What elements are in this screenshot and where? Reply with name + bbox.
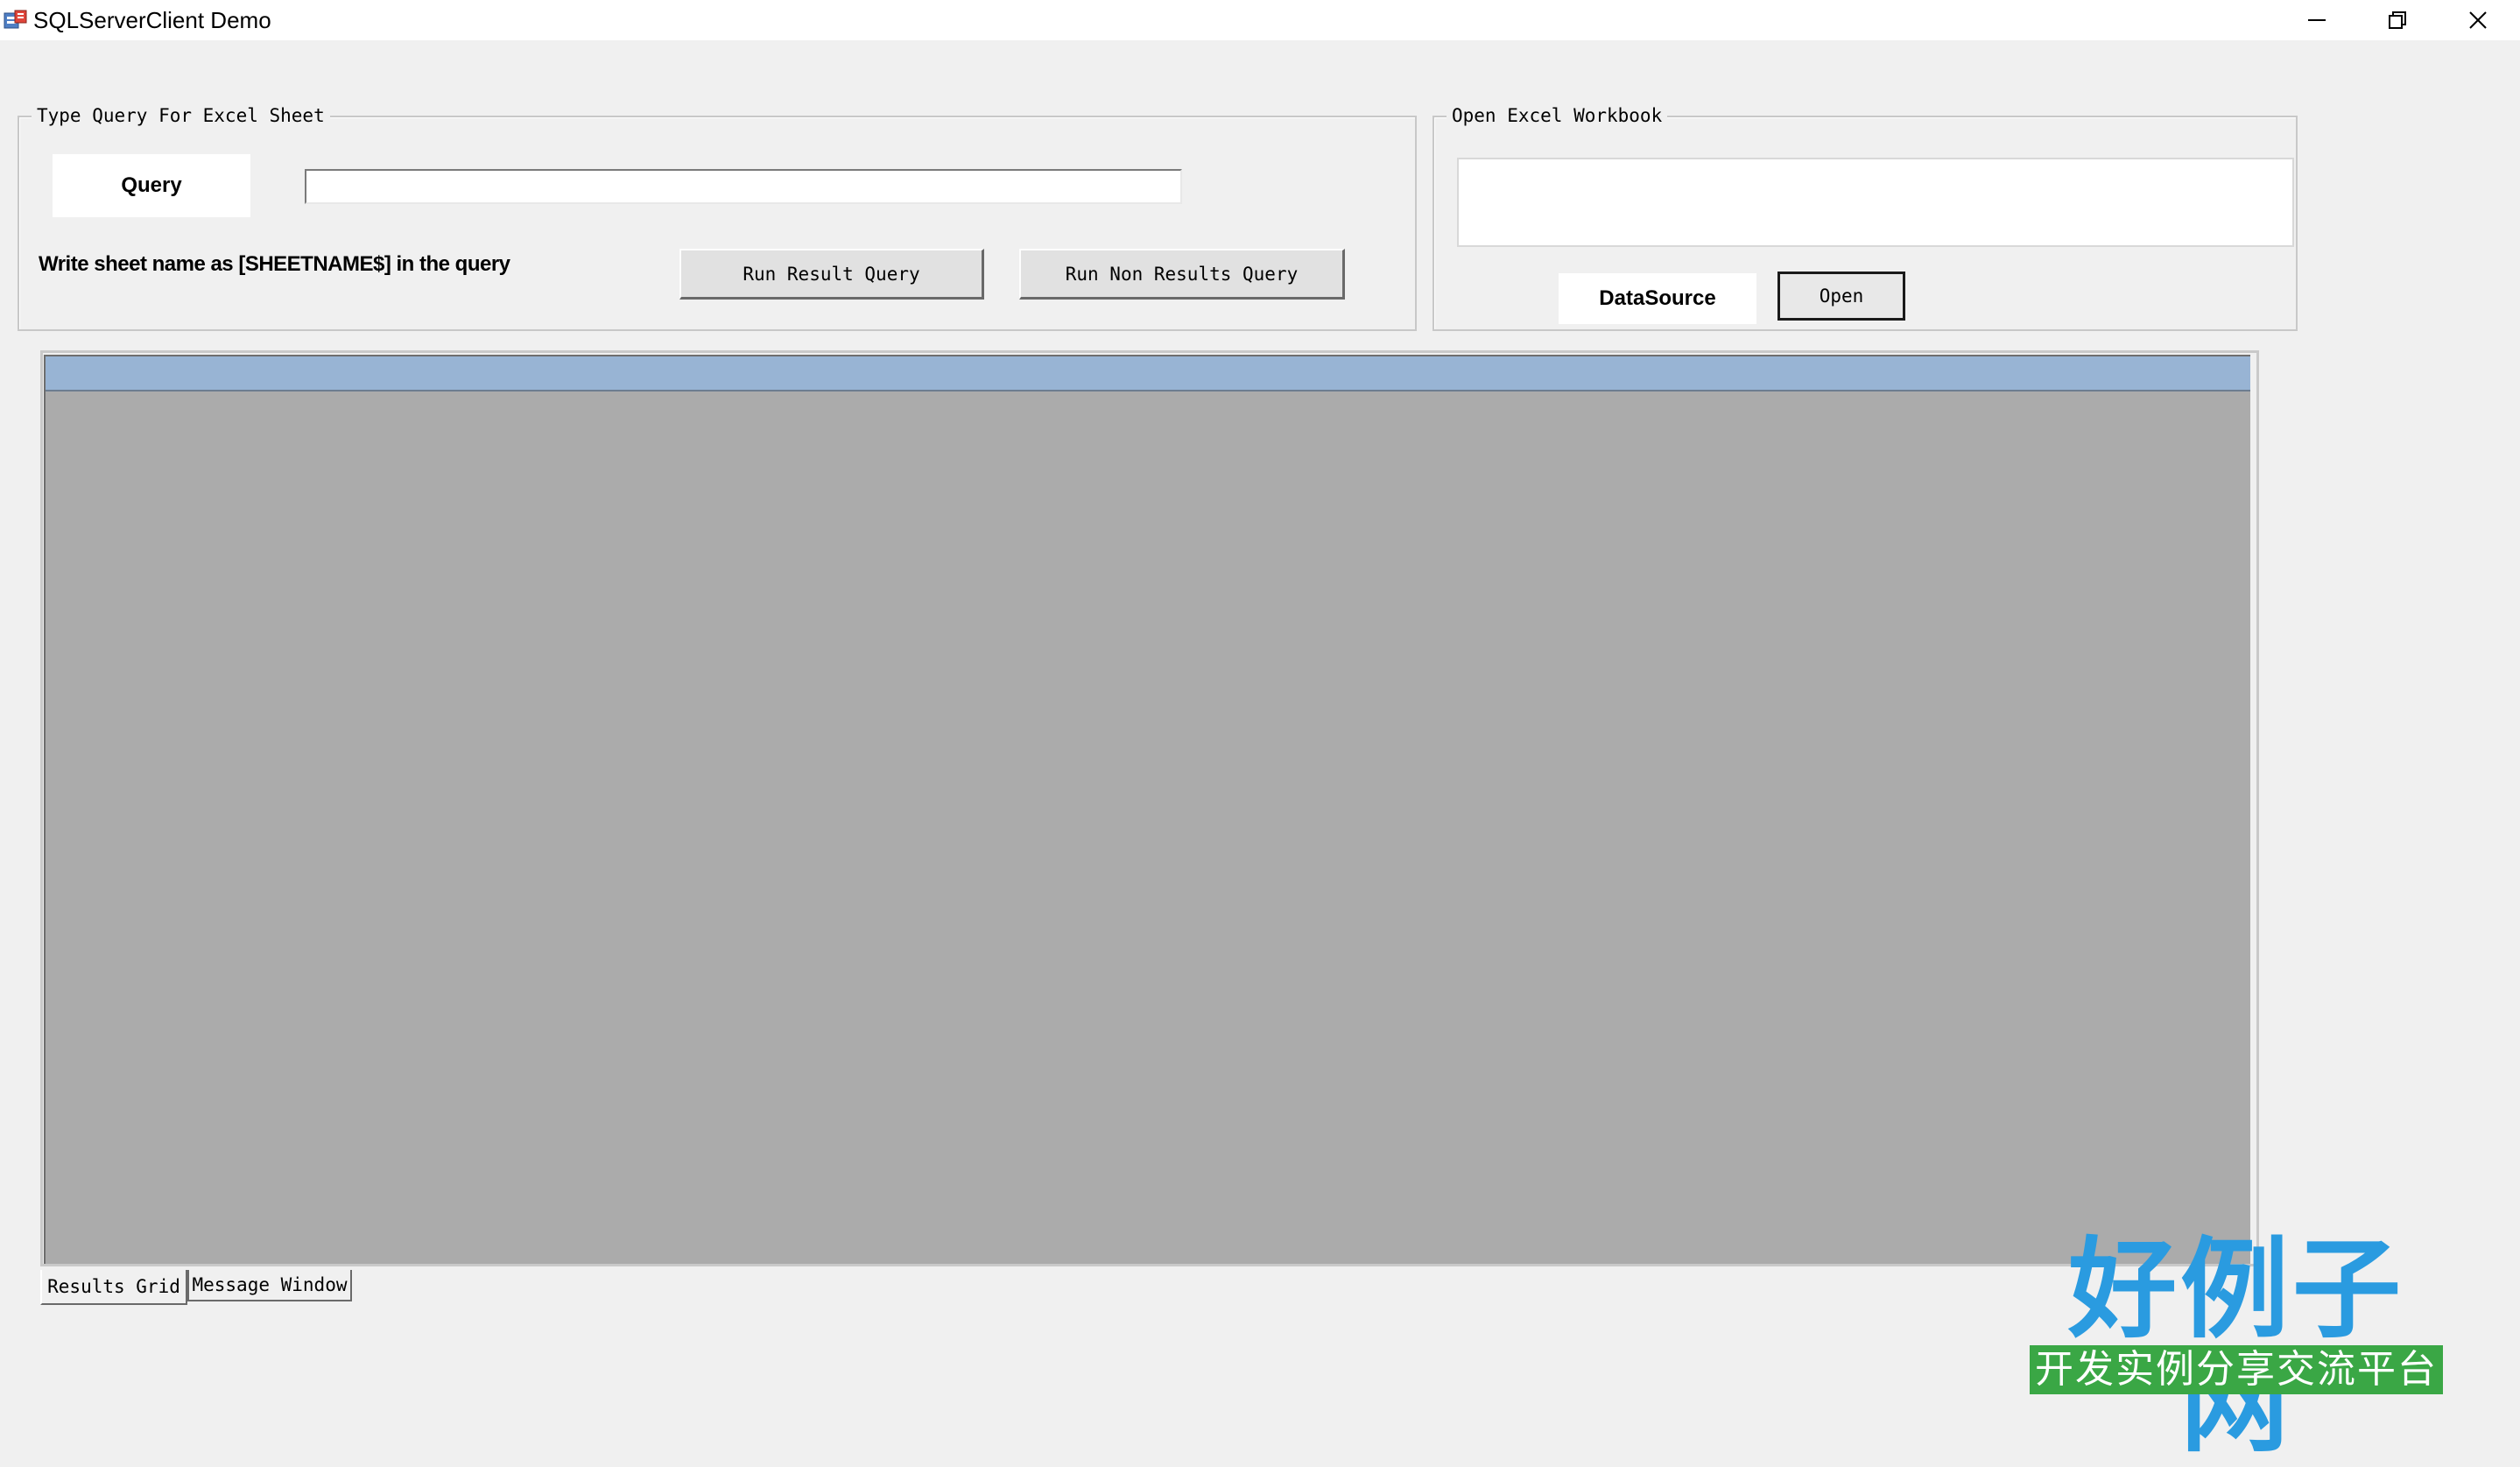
- minimize-icon: [2306, 10, 2327, 31]
- watermark-tagline: 开发实例分享交流平台: [2030, 1345, 2443, 1394]
- results-grid[interactable]: [44, 355, 2250, 1264]
- watermark-logo: 好例子网 开发实例分享交流平台: [2030, 1227, 2443, 1467]
- close-button[interactable]: [2438, 0, 2518, 40]
- grid-column-header: [46, 356, 2250, 391]
- minimize-button[interactable]: [2277, 0, 2357, 40]
- window-title: SQLServerClient Demo: [33, 7, 271, 33]
- watermark-brand-text: 好例子网: [2067, 1227, 2404, 1467]
- run-non-results-query-button[interactable]: Run Non Results Query: [1019, 249, 1345, 300]
- workbook-path-field[interactable]: [1457, 158, 2294, 247]
- restore-icon: [2387, 10, 2408, 31]
- app-icon: [4, 9, 28, 32]
- run-result-query-button[interactable]: Run Result Query: [679, 249, 984, 300]
- sheet-name-hint: Write sheet name as [SHEETNAME$] in the …: [39, 252, 510, 276]
- tab-results-grid[interactable]: Results Grid: [40, 1270, 187, 1305]
- datasource-label: DataSource: [1559, 273, 1756, 324]
- query-input[interactable]: [305, 169, 1182, 204]
- query-group-legend: Type Query For Excel Sheet: [32, 102, 330, 129]
- open-button[interactable]: Open: [1777, 272, 1905, 321]
- title-bar: SQLServerClient Demo: [0, 0, 2520, 40]
- query-label: Query: [53, 154, 250, 217]
- restore-button[interactable]: [2357, 0, 2438, 40]
- workbook-group-legend: Open Excel Workbook: [1447, 102, 1668, 129]
- tab-message-window[interactable]: Message Window: [187, 1270, 352, 1301]
- close-icon: [2467, 10, 2488, 31]
